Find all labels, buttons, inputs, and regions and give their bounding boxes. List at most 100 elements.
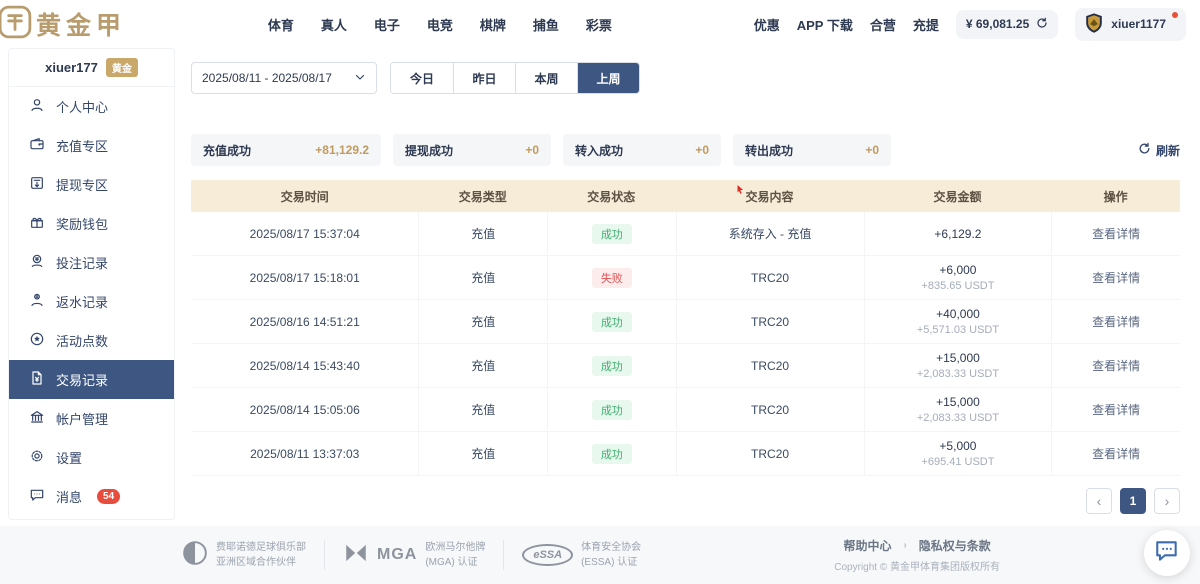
top-link[interactable]: 充提 (913, 15, 939, 34)
sidebar-user: xiuer177 黄金 (9, 49, 174, 87)
column-header-status: 交易状态 (547, 188, 676, 205)
status-badge: 成功 (592, 224, 632, 244)
sidebar-item-rebate-records[interactable]: 返水记录 (9, 282, 174, 321)
page-number-button[interactable]: 1 (1120, 488, 1146, 514)
cell-type: 充值 (418, 344, 547, 387)
amount-main: +6,000 (939, 263, 976, 277)
view-details-link[interactable]: 查看详情 (1092, 445, 1140, 462)
cell-content: TRC20 (676, 344, 864, 387)
cell-action: 查看详情 (1051, 344, 1180, 387)
main-nav: 体育 真人 电子 电竞 棋牌 捕鱼 彩票 (268, 15, 612, 34)
cell-type: 充值 (418, 388, 547, 431)
sidebar-item-personal-center[interactable]: 个人中心 (9, 87, 174, 126)
transactions-table: 交易时间 交易类型 交易状态 交易内容 交易金额 操作 2025/08/17 1… (191, 180, 1180, 476)
sidebar-item-label: 充值专区 (56, 136, 108, 155)
user-menu[interactable]: xiuer1177 (1075, 8, 1186, 41)
summary-value: +81,129.2 (315, 143, 369, 157)
nav-item[interactable]: 棋牌 (480, 15, 506, 34)
nav-item[interactable]: 体育 (268, 15, 294, 34)
view-details-link[interactable]: 查看详情 (1092, 401, 1140, 418)
sidebar-item-deposit[interactable]: 充值专区 (9, 126, 174, 165)
sidebar-item-settings[interactable]: 设置 (9, 438, 174, 477)
cell-type: 充值 (418, 256, 547, 299)
sidebar-item-account-management[interactable]: 帐户管理 (9, 399, 174, 438)
amount-usdt: +2,083.33 USDT (917, 412, 999, 424)
cell-action: 查看详情 (1051, 256, 1180, 299)
nav-item[interactable]: 电竞 (427, 15, 453, 34)
column-header-time: 交易时间 (191, 188, 418, 205)
cell-status: 成功 (547, 212, 676, 255)
help-center-link[interactable]: 帮助中心 (843, 537, 891, 554)
cell-action: 查看详情 (1051, 300, 1180, 343)
partner-text: 费耶诺德足球俱乐部 亚洲区域合作伙伴 (216, 540, 306, 571)
cell-amount: +5,000 +695.41 USDT (864, 432, 1052, 475)
column-header-amount: 交易金额 (864, 188, 1052, 205)
status-badge: 成功 (592, 356, 632, 376)
sidebar-item-activity-points[interactable]: 活动点数 (9, 321, 174, 360)
view-details-link[interactable]: 查看详情 (1092, 269, 1140, 286)
next-page-button[interactable]: › (1154, 488, 1180, 514)
copyright-text: Copyright © 黄金甲体育集团版权所有 (834, 558, 1000, 573)
customer-service-chat-button[interactable] (1144, 530, 1190, 576)
sidebar-item-bet-records[interactable]: 投注记录 (9, 243, 174, 282)
nav-item[interactable]: 电子 (374, 15, 400, 34)
vip-level-badge: 黄金 (106, 58, 138, 77)
nav-item[interactable]: 彩票 (586, 15, 612, 34)
table-row: 2025/08/17 15:37:04 充值 成功 系统存入 - 充值 +6,1… (191, 212, 1180, 256)
period-tab[interactable]: 上周 (577, 63, 639, 93)
refresh-button[interactable]: 刷新 (1138, 142, 1180, 159)
amount-main: +15,000 (936, 351, 980, 365)
chat-bubble-icon (1154, 538, 1180, 569)
deposit-wallet-icon (29, 136, 45, 155)
cell-content: TRC20 (676, 432, 864, 475)
gift-icon (29, 214, 45, 233)
sidebar: xiuer177 黄金 个人中心 充值专区 提现专区 奖励钱包 投注记录 (8, 48, 175, 520)
period-tab[interactable]: 昨日 (453, 63, 515, 93)
feyenoord-logo (182, 540, 208, 571)
top-link[interactable]: 合营 (870, 15, 896, 34)
prev-page-button[interactable]: ‹ (1086, 488, 1112, 514)
refresh-balance-icon[interactable] (1036, 17, 1048, 32)
refresh-label: 刷新 (1156, 142, 1180, 159)
partner-essa: eSSA 体育安全协会 (ESSA) 认证 (522, 540, 641, 571)
cell-time: 2025/08/14 15:05:06 (191, 388, 418, 431)
date-range-picker[interactable]: 2025/08/11 - 2025/08/17 (191, 62, 377, 94)
column-header-action: 操作 (1051, 188, 1180, 205)
period-tab[interactable]: 本周 (515, 63, 577, 93)
sidebar-item-reward-wallet[interactable]: 奖励钱包 (9, 204, 174, 243)
view-details-link[interactable]: 查看详情 (1092, 357, 1140, 374)
amount-usdt: +5,571.03 USDT (917, 324, 999, 336)
sidebar-item-label: 设置 (56, 448, 82, 467)
gear-icon (29, 448, 45, 467)
summary-row: 充值成功 +81,129.2 提现成功 +0 转入成功 +0 (191, 134, 1180, 166)
cell-status: 失败 (547, 256, 676, 299)
divider (503, 540, 504, 570)
table-row: 2025/08/11 13:37:03 充值 成功 TRC20 +5,000 +… (191, 432, 1180, 476)
footer: 费耶诺德足球俱乐部 亚洲区域合作伙伴 MGA 欧洲马尔他牌 (MGA) 认证 e… (0, 526, 1200, 584)
summary-pill: 充值成功 +81,129.2 (191, 134, 381, 166)
mga-logo (343, 543, 369, 568)
site-logo[interactable]: 黄金甲 (0, 5, 126, 44)
cell-action: 查看详情 (1051, 388, 1180, 431)
period-tab[interactable]: 今日 (391, 63, 453, 93)
top-link[interactable]: APP 下载 (797, 15, 853, 34)
cell-type: 充值 (418, 300, 547, 343)
privacy-terms-link[interactable]: 隐私权与条款 (919, 537, 991, 554)
balance-amount: ¥ 69,081.25 (966, 17, 1029, 31)
message-count-badge: 54 (97, 489, 120, 504)
balance-pill[interactable]: ¥ 69,081.25 (956, 10, 1058, 39)
cell-amount: +15,000 +2,083.33 USDT (864, 388, 1052, 431)
sidebar-item-label: 消息 (56, 487, 82, 506)
status-badge: 成功 (592, 312, 632, 332)
sidebar-item-withdraw[interactable]: 提现专区 (9, 165, 174, 204)
view-details-link[interactable]: 查看详情 (1092, 313, 1140, 330)
chevron-down-icon (354, 71, 366, 86)
cell-status: 成功 (547, 388, 676, 431)
sidebar-item-transaction-records[interactable]: 交易记录 (9, 360, 174, 399)
top-link[interactable]: 优惠 (754, 15, 780, 34)
nav-item[interactable]: 真人 (321, 15, 347, 34)
view-details-link[interactable]: 查看详情 (1092, 225, 1140, 242)
sidebar-item-messages[interactable]: 消息 54 (9, 477, 174, 516)
cell-time: 2025/08/17 15:18:01 (191, 256, 418, 299)
nav-item[interactable]: 捕鱼 (533, 15, 559, 34)
